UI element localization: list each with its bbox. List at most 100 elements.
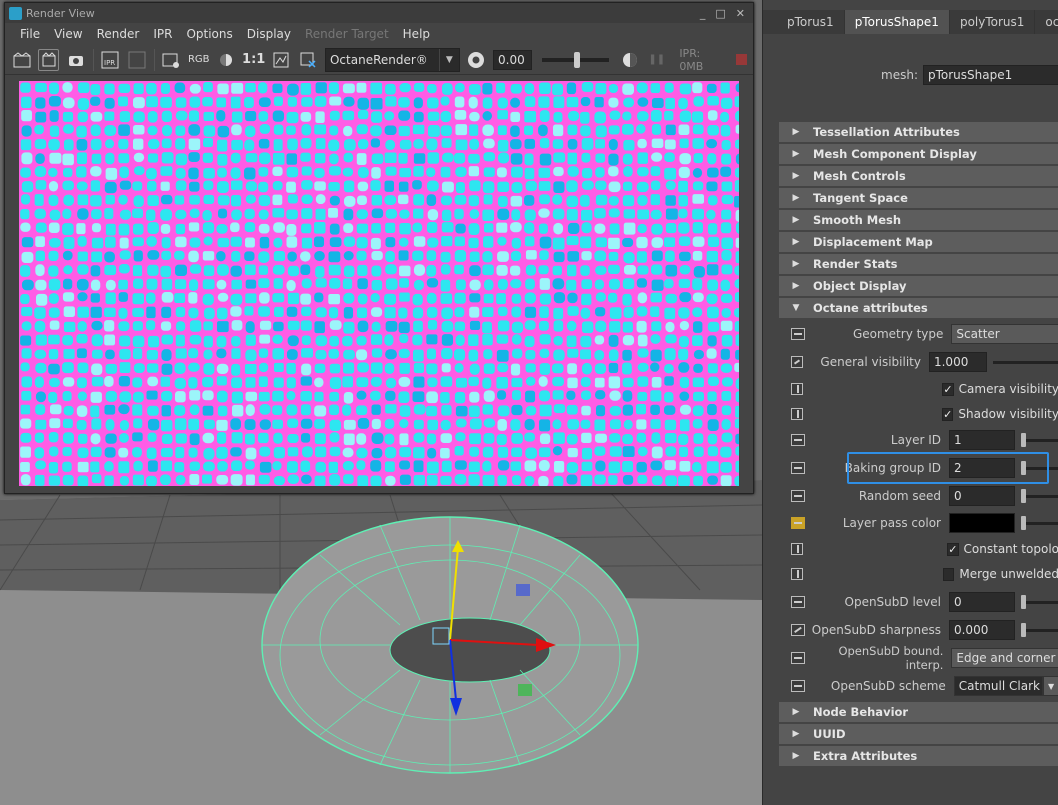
exposure-slider[interactable] [541,51,609,68]
geometry-type-label: Geometry type [852,327,944,341]
aperture-icon[interactable] [466,49,487,71]
tab-polytorus1[interactable]: polyTorus1 [950,10,1036,34]
section-mesh-component-display[interactable]: ▶ Mesh Component Display [779,144,1058,164]
toggle-icon[interactable] [791,383,803,395]
section-smooth-mesh[interactable]: ▶ Smooth Mesh [779,210,1058,230]
exposure-slider-handle[interactable] [573,51,580,68]
render-view-window[interactable]: Render View _ □ ✕ File View Render IPR O… [4,2,754,494]
opensubd-bound-label: OpenSubD bound. interp. [838,644,944,672]
render-view-titlebar[interactable]: Render View _ □ ✕ [5,3,753,23]
renderer-select[interactable]: OctaneRender® ▼ [324,47,460,72]
toggle-icon[interactable] [791,408,803,420]
section-mesh-controls[interactable]: ▶ Mesh Controls [779,166,1058,186]
opensubd-sharpness-field[interactable]: 0.000 [948,620,1015,640]
ipr-render-icon[interactable]: IPR [100,49,121,71]
general-visibility-field[interactable]: 1.000 [928,352,987,372]
random-seed-slider[interactable] [1020,488,1058,503]
section-tessellation[interactable]: ▶ Tessellation Attributes [779,122,1058,142]
section-octane-attributes[interactable]: ▼ Octane attributes [779,298,1058,318]
toolbar-divider [153,48,155,71]
color-map-icon[interactable] [791,517,805,529]
menu-file[interactable]: File [13,27,47,41]
chevron-down-icon[interactable]: ▼ [1043,676,1058,696]
render-view-title: Render View [26,6,95,20]
attribute-icon[interactable] [791,680,805,692]
menu-render[interactable]: Render [90,27,147,41]
opensubd-level-slider[interactable] [1020,594,1058,609]
remove-image-icon[interactable] [298,49,319,71]
mesh-name-field[interactable]: pTorusShape1 [923,65,1058,85]
layer-pass-color-swatch[interactable] [948,513,1015,533]
random-seed-field[interactable]: 0 [948,486,1015,506]
slider-handle[interactable] [1020,515,1026,530]
tab-octane[interactable]: octane [1035,10,1058,34]
layer-id-slider[interactable] [1020,432,1058,447]
stop-icon[interactable] [732,49,753,71]
snapshot-icon[interactable] [65,49,86,71]
merge-unwelded-row: Merge unwelded [779,561,1058,587]
section-tangent-space[interactable]: ▶ Tangent Space [779,188,1058,208]
attribute-icon[interactable] [791,490,805,502]
opensubd-sharpness-slider[interactable] [1020,622,1058,637]
close-icon[interactable]: ✕ [736,7,745,20]
slider-handle[interactable] [1020,594,1026,609]
merge-unwelded-label: Merge unwelded [959,567,1058,581]
menu-options[interactable]: Options [179,27,239,41]
section-extra-attributes[interactable]: ▶ Extra Attributes [779,746,1058,766]
section-label: Tessellation Attributes [813,125,960,139]
slider-handle[interactable] [1020,432,1026,447]
map-icon[interactable] [791,624,805,636]
opensubd-scheme-dropdown[interactable]: Catmull Clark [953,676,1044,696]
attribute-icon[interactable] [791,434,805,446]
layer-id-field[interactable]: 1 [948,430,1015,450]
slider-handle[interactable] [1020,622,1026,637]
shadow-visibility-checkbox[interactable]: ✓ [942,407,954,421]
constant-topology-checkbox[interactable]: ✓ [947,542,959,556]
menu-display[interactable]: Display [240,27,298,41]
opensubd-level-field[interactable]: 0 [948,592,1015,612]
menu-ipr[interactable]: IPR [146,27,179,41]
attribute-icon[interactable] [791,652,805,664]
keep-image-icon[interactable] [271,49,292,71]
menu-help[interactable]: Help [396,27,437,41]
section-node-behavior[interactable]: ▶ Node Behavior [779,702,1058,722]
real-size-button[interactable]: 1:1 [242,49,265,71]
minimize-icon[interactable]: _ [700,7,706,20]
attribute-icon[interactable] [791,596,805,608]
rgb-channel-button[interactable]: RGB [188,49,210,71]
opensubd-bound-row: OpenSubD bound. interp. Edge and corner [779,644,1058,672]
geometry-type-dropdown[interactable]: Scatter [951,324,1058,344]
opensubd-bound-dropdown[interactable]: Edge and corner [951,648,1058,668]
tab-ptorus1[interactable]: pTorus1 [777,10,845,34]
attribute-icon[interactable] [791,328,805,340]
section-uuid[interactable]: ▶ UUID [779,724,1058,744]
opensubd-level-label: OpenSubD level [844,595,941,609]
tab-ptorusshape1[interactable]: pTorusShape1 [844,10,950,34]
attribute-icon[interactable] [791,462,805,474]
section-render-stats[interactable]: ▶ Render Stats [779,254,1058,274]
menu-view[interactable]: View [47,27,89,41]
merge-unwelded-checkbox[interactable] [943,567,955,581]
shadow-visibility-label: Shadow visibility [958,407,1058,421]
camera-visibility-checkbox[interactable]: ✓ [942,382,954,396]
expand-triangle-icon: ▶ [792,171,800,181]
render-settings-icon[interactable] [161,49,182,71]
toggle-icon[interactable] [791,543,804,555]
section-object-display[interactable]: ▶ Object Display [779,276,1058,296]
slider-handle[interactable] [1020,488,1026,503]
maximize-icon[interactable]: □ [715,7,725,20]
menu-render-target: Render Target [304,27,389,41]
gamma-icon[interactable] [619,49,640,71]
general-visibility-slider[interactable] [992,360,1058,364]
section-displacement-map[interactable]: ▶ Displacement Map [779,232,1058,252]
render-frame-icon[interactable] [11,49,32,71]
render-region-icon[interactable] [38,48,60,71]
toggle-icon[interactable] [791,568,803,580]
map-icon[interactable] [791,356,803,368]
layer-pass-color-slider[interactable] [1020,515,1058,530]
alpha-channel-icon[interactable] [216,49,237,71]
expand-triangle-icon: ▶ [792,729,800,739]
chevron-down-icon[interactable]: ▼ [438,48,459,71]
exposure-field[interactable]: 0.00 [493,49,532,70]
mesh-name-row: mesh: pTorusShape1 [763,64,1058,86]
